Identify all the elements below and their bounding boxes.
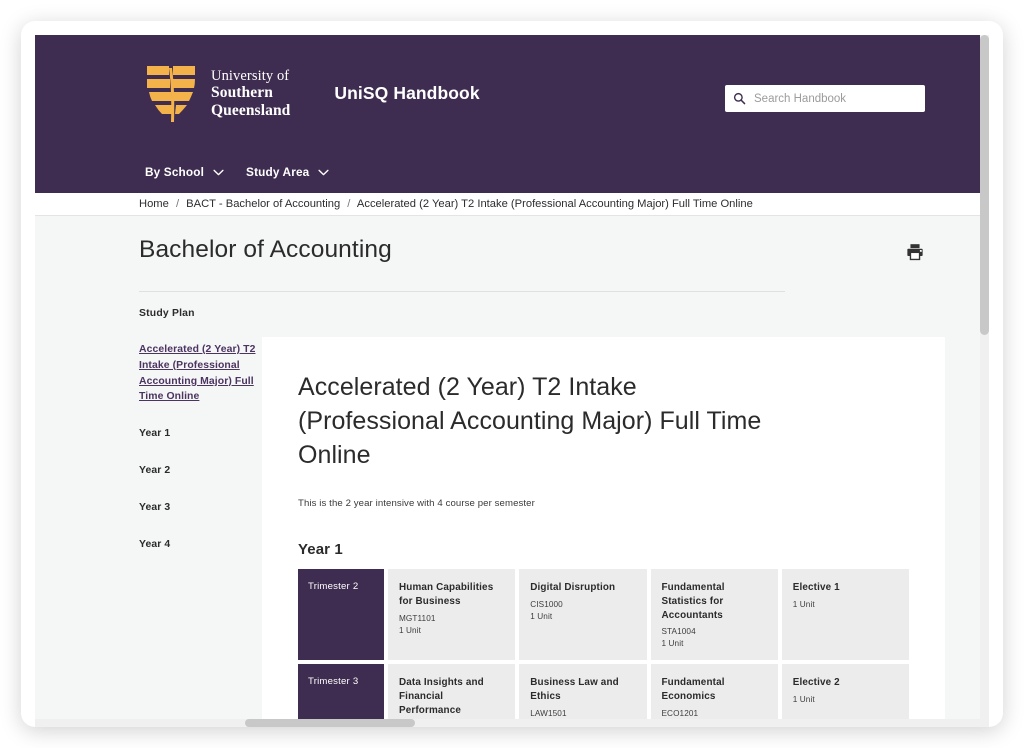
nav-item-by-school-label: By School xyxy=(145,165,205,179)
sidebar-item-year-2[interactable]: Year 2 xyxy=(139,463,261,479)
chevron-down-icon xyxy=(318,169,329,175)
trimester-label: Trimester 3 xyxy=(298,664,384,727)
section-label: Study Plan xyxy=(139,308,195,319)
course-name: Human Capabilities for Business xyxy=(399,582,494,607)
wordmark-line-1: University of xyxy=(211,68,290,85)
course-code: LAW1501 xyxy=(530,708,567,718)
content-column: Bachelor of Accounting Study Plan Accele… xyxy=(139,236,945,727)
breadcrumb-item-program[interactable]: BACT - Bachelor of Accounting xyxy=(186,198,340,210)
study-plan-heading: Accelerated (2 Year) T2 Intake (Professi… xyxy=(298,373,762,469)
wordmark-line-2: Southern xyxy=(211,84,273,102)
breadcrumb-item-home[interactable]: Home xyxy=(139,198,169,210)
course-name: Digital Disruption xyxy=(530,582,616,594)
sidebar-item-accelerated-2year-t2[interactable]: Accelerated (2 Year) T2 Intake (Professi… xyxy=(139,342,261,405)
page-viewport: University of Southern Queensland UniSQ … xyxy=(35,35,989,727)
search-input[interactable] xyxy=(754,92,917,105)
breadcrumb-bar: Home / BACT - Bachelor of Accounting / A… xyxy=(35,193,989,216)
course-card[interactable]: Digital Disruption CIS1000 1 Unit xyxy=(519,569,647,661)
nav-item-study-area-label: Study Area xyxy=(246,165,310,179)
course-units: 1 Unit xyxy=(661,639,684,649)
browser-window: University of Southern Queensland UniSQ … xyxy=(21,21,1003,727)
horizontal-scrollbar[interactable] xyxy=(35,719,989,727)
course-card[interactable]: Fundamental Statistics for Accountants S… xyxy=(650,569,778,661)
course-card[interactable]: Data Insights and Financial Performance … xyxy=(388,664,516,727)
study-plan-card: Accelerated (2 Year) T2 Intake (Professi… xyxy=(262,337,945,727)
nav-item-by-school[interactable]: By School xyxy=(145,165,224,179)
university-wordmark: University of Southern Queensland xyxy=(211,68,290,119)
nav-item-study-area[interactable]: Study Area xyxy=(246,165,329,179)
page-title: Bachelor of Accounting xyxy=(139,236,392,263)
wordmark-line-3: Queensland xyxy=(211,101,291,119)
course-card[interactable]: Elective 1 1 Unit xyxy=(781,569,909,661)
year-heading: Year 1 xyxy=(298,541,343,559)
course-units: 1 Unit xyxy=(792,599,815,609)
course-units: 1 Unit xyxy=(399,625,421,635)
print-button[interactable] xyxy=(901,238,929,266)
course-card[interactable]: Human Capabilities for Business MGT1101 … xyxy=(388,569,516,661)
course-card[interactable]: Elective 2 1 Unit xyxy=(781,664,909,727)
primary-nav: By School Study Area xyxy=(145,165,329,179)
study-plan-description: This is the 2 year intensive with 4 cour… xyxy=(298,498,535,510)
table-row: Trimester 3 Data Insights and Financial … xyxy=(298,664,909,727)
course-name: Data Insights and Financial Performance xyxy=(399,677,484,716)
page-body: Bachelor of Accounting Study Plan Accele… xyxy=(35,216,989,727)
course-card[interactable]: Business Law and Ethics LAW1501 1 Unit xyxy=(519,664,647,727)
chevron-down-icon xyxy=(213,169,224,175)
content-layout: Accelerated (2 Year) T2 Intake (Professi… xyxy=(139,337,945,727)
sidebar-item-year-3[interactable]: Year 3 xyxy=(139,500,261,516)
breadcrumb-separator: / xyxy=(175,198,180,210)
horizontal-scrollbar-thumb[interactable] xyxy=(245,719,415,727)
sidebar-item-year-1[interactable]: Year 1 xyxy=(139,426,261,442)
search-icon xyxy=(733,92,746,105)
course-name: Elective 2 xyxy=(792,677,840,689)
printer-icon xyxy=(907,244,923,261)
breadcrumb: Home / BACT - Bachelor of Accounting / A… xyxy=(139,198,753,210)
course-code: CIS1000 xyxy=(530,599,563,609)
vertical-scrollbar[interactable] xyxy=(980,35,989,727)
course-units: 1 Unit xyxy=(792,694,815,704)
breadcrumb-item-current[interactable]: Accelerated (2 Year) T2 Intake (Professi… xyxy=(357,198,753,210)
sidebar-item-year-4[interactable]: Year 4 xyxy=(139,537,261,553)
course-units: 1 Unit xyxy=(530,611,553,621)
title-divider xyxy=(139,291,785,292)
course-name: Fundamental Economics xyxy=(661,677,725,702)
search-box[interactable] xyxy=(725,85,925,112)
course-name: Fundamental Statistics for Accountants xyxy=(661,582,725,621)
title-row: Bachelor of Accounting xyxy=(139,236,945,266)
course-code: MGT1101 xyxy=(399,613,436,623)
vertical-scrollbar-thumb[interactable] xyxy=(980,35,989,335)
course-name: Elective 1 xyxy=(792,582,840,594)
breadcrumb-separator: / xyxy=(347,198,351,210)
course-name: Business Law and Ethics xyxy=(530,677,619,702)
site-header: University of Southern Queensland UniSQ … xyxy=(35,35,989,193)
site-title[interactable]: UniSQ Handbook xyxy=(334,83,479,104)
table-row: Trimester 2 Human Capabilities for Busin… xyxy=(298,569,909,661)
study-plan-sidebar: Accelerated (2 Year) T2 Intake (Professi… xyxy=(139,337,261,727)
course-code: ECO1201 xyxy=(661,708,699,718)
brand-row: University of Southern Queensland UniSQ … xyxy=(35,35,989,129)
trimester-label: Trimester 2 xyxy=(298,569,384,661)
course-card[interactable]: Fundamental Economics ECO1201 1 Unit xyxy=(650,664,778,727)
course-code: STA1004 xyxy=(661,627,696,637)
unisq-shield-logo-icon[interactable] xyxy=(145,64,197,124)
